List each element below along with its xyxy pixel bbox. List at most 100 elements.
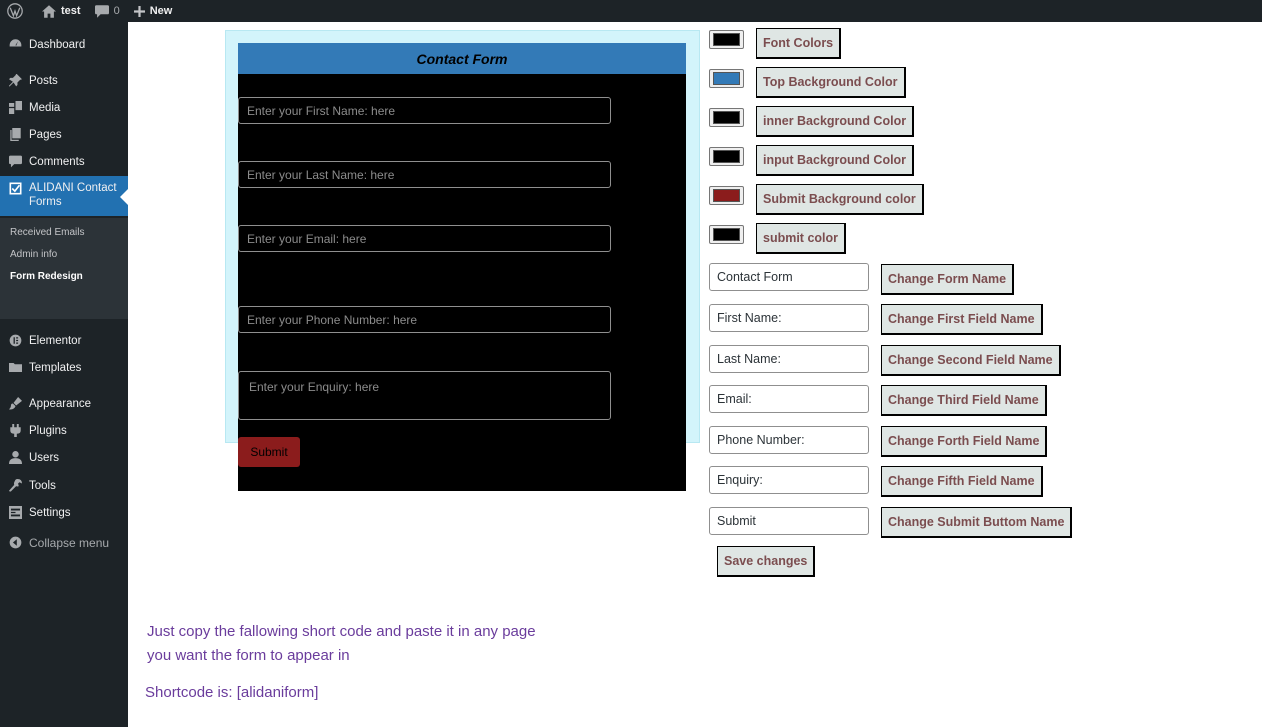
new-label: New xyxy=(149,5,173,17)
form-preview-header: Contact Form xyxy=(238,43,686,74)
input-background-color-picker[interactable] xyxy=(709,147,744,166)
submit-color-button[interactable]: submit color xyxy=(756,223,847,254)
admin-sidebar: Dashboard Posts Media Pages Comments ALI… xyxy=(0,22,128,727)
plus-icon xyxy=(133,5,145,17)
preview-email-input[interactable]: Enter your Email: here xyxy=(238,225,611,252)
preview-phone-input[interactable]: Enter your Phone Number: here xyxy=(238,306,611,333)
input-background-color-button[interactable]: input Background Color xyxy=(756,145,915,176)
comments-count: 0 xyxy=(113,5,120,17)
submit-background-color-picker[interactable] xyxy=(709,186,744,205)
sidebar-item-appearance[interactable]: Appearance xyxy=(0,390,128,417)
collapse-label: Collapse menu xyxy=(29,535,110,550)
sidebar-item-alidani-contact-forms[interactable]: ALIDANI Contact Forms xyxy=(0,176,128,216)
sidebar-item-settings[interactable]: Settings xyxy=(0,499,128,526)
sidebar-label: Pages xyxy=(29,128,62,141)
sidebar-item-media[interactable]: Media xyxy=(0,94,128,121)
submenu-received-emails[interactable]: Received Emails xyxy=(10,227,84,238)
change-submit-button-name-button[interactable]: Change Submit Buttom Name xyxy=(881,507,1073,538)
pages-icon xyxy=(8,128,22,142)
dashboard-icon xyxy=(8,38,22,52)
fifth-field-name-input[interactable]: Enquiry: xyxy=(709,466,869,494)
font-color-swatch xyxy=(713,33,740,46)
fourth-field-name-input[interactable]: Phone Number: xyxy=(709,426,869,454)
sidebar-item-dashboard[interactable]: Dashboard xyxy=(0,31,128,58)
submenu-admin-info[interactable]: Admin info xyxy=(10,249,57,260)
preview-enquiry-textarea[interactable]: Enter your Enquiry: here xyxy=(238,371,611,420)
top-background-color-swatch xyxy=(713,72,740,85)
active-arrow xyxy=(120,189,128,205)
elementor-icon xyxy=(8,334,22,348)
change-fourth-field-name-button[interactable]: Change Forth Field Name xyxy=(881,426,1048,457)
sidebar-label: Dashboard xyxy=(29,38,86,51)
sidebar-label: Posts xyxy=(29,74,58,87)
inner-background-color-swatch xyxy=(713,111,740,124)
submit-background-color-button[interactable]: Submit Background color xyxy=(756,184,924,215)
change-second-field-name-button[interactable]: Change Second Field Name xyxy=(881,345,1061,376)
submit-color-picker[interactable] xyxy=(709,225,744,244)
font-color-picker[interactable] xyxy=(709,30,744,49)
wordpress-logo-button[interactable] xyxy=(0,0,35,22)
change-third-field-name-button[interactable]: Change Third Field Name xyxy=(881,385,1047,416)
input-background-color-swatch xyxy=(713,150,740,163)
collapse-menu-button[interactable]: Collapse menu xyxy=(0,529,128,556)
form-preview-body: Enter your First Name: here Enter your L… xyxy=(238,74,686,491)
sidebar-item-pages[interactable]: Pages xyxy=(0,121,128,148)
sidebar-submenu: Received Emails Admin info Form Redesign xyxy=(0,218,128,319)
home-icon xyxy=(42,4,56,18)
site-name: test xyxy=(61,5,81,17)
form-preview-title: Contact Form xyxy=(416,50,508,67)
wrench-icon xyxy=(8,479,22,493)
form-name-input[interactable]: Contact Form xyxy=(709,263,869,291)
shortcode-text: Shortcode is: [alidaniform] xyxy=(145,684,319,701)
sidebar-item-elementor[interactable]: Elementor xyxy=(0,327,128,354)
sidebar-item-tools[interactable]: Tools xyxy=(0,472,128,499)
sidebar-item-users[interactable]: Users xyxy=(0,444,128,471)
first-field-name-input[interactable]: First Name: xyxy=(709,304,869,332)
preview-first-name-input[interactable]: Enter your First Name: here xyxy=(238,97,611,124)
instructions-line-2: you want the form to appear in xyxy=(147,647,350,664)
sidebar-label: Settings xyxy=(29,506,71,519)
settings-icon xyxy=(8,506,22,520)
save-changes-button[interactable]: Save changes xyxy=(717,546,816,577)
sidebar-item-comments[interactable]: Comments xyxy=(0,148,128,175)
sidebar-item-posts[interactable]: Posts xyxy=(0,67,128,94)
pin-icon xyxy=(8,74,22,88)
comments-link[interactable]: 0 xyxy=(88,0,127,22)
new-content-link[interactable]: New xyxy=(127,0,180,22)
user-icon xyxy=(8,451,22,465)
change-fifth-field-name-button[interactable]: Change Fifth Field Name xyxy=(881,466,1043,497)
font-colors-button[interactable]: Font Colors xyxy=(756,28,842,59)
inner-background-color-button[interactable]: inner Background Color xyxy=(756,106,915,137)
change-first-field-name-button[interactable]: Change First Field Name xyxy=(881,304,1043,335)
form-icon xyxy=(8,181,22,195)
wordpress-icon xyxy=(7,3,23,19)
shortcode-instructions: Just copy the fallowing short code and p… xyxy=(147,620,536,668)
sidebar-item-templates[interactable]: Templates xyxy=(0,354,128,381)
sidebar-label: Comments xyxy=(29,155,85,168)
preview-last-name-input[interactable]: Enter your Last Name: here xyxy=(238,161,611,188)
instructions-line-1: Just copy the fallowing short code and p… xyxy=(147,623,536,640)
sidebar-label: ALIDANI Contact Forms xyxy=(29,182,117,208)
sidebar-label: Elementor xyxy=(29,334,82,347)
media-icon xyxy=(8,101,22,115)
top-background-color-picker[interactable] xyxy=(709,69,744,88)
comment-bubble-icon xyxy=(94,4,109,18)
submit-color-swatch xyxy=(713,228,740,241)
sidebar-label: Appearance xyxy=(29,397,92,410)
submenu-form-redesign[interactable]: Form Redesign xyxy=(10,271,83,282)
collapse-icon xyxy=(8,536,22,550)
second-field-name-input[interactable]: Last Name: xyxy=(709,345,869,373)
site-name-link[interactable]: test xyxy=(35,0,88,22)
change-form-name-button[interactable]: Change Form Name xyxy=(881,264,1015,295)
sidebar-label: Media xyxy=(29,101,61,114)
submit-background-color-swatch xyxy=(713,189,740,202)
sidebar-item-plugins[interactable]: Plugins xyxy=(0,417,128,444)
submit-button-name-input[interactable]: Submit xyxy=(709,507,869,535)
sidebar-label: Tools xyxy=(29,479,56,492)
main-content: Contact Form Enter your First Name: here… xyxy=(128,22,1262,727)
top-background-color-button[interactable]: Top Background Color xyxy=(756,67,906,98)
third-field-name-input[interactable]: Email: xyxy=(709,385,869,413)
preview-submit-button[interactable]: Submit xyxy=(238,437,300,467)
sidebar-label: Templates xyxy=(29,361,82,374)
inner-background-color-picker[interactable] xyxy=(709,108,744,127)
